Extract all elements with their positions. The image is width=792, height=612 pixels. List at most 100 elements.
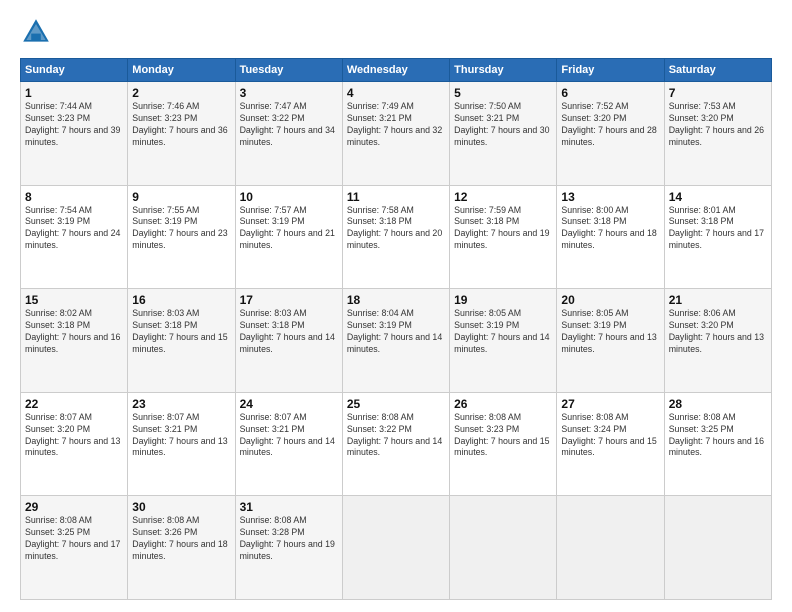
calendar-cell bbox=[450, 496, 557, 600]
logo bbox=[20, 16, 56, 48]
calendar-cell: 22Sunrise: 8:07 AMSunset: 3:20 PMDayligh… bbox=[21, 392, 128, 496]
calendar-cell: 27Sunrise: 8:08 AMSunset: 3:24 PMDayligh… bbox=[557, 392, 664, 496]
calendar-cell bbox=[664, 496, 771, 600]
day-number: 19 bbox=[454, 293, 552, 307]
calendar-cell: 29Sunrise: 8:08 AMSunset: 3:25 PMDayligh… bbox=[21, 496, 128, 600]
week-row-3: 15Sunrise: 8:02 AMSunset: 3:18 PMDayligh… bbox=[21, 289, 772, 393]
calendar-cell: 8Sunrise: 7:54 AMSunset: 3:19 PMDaylight… bbox=[21, 185, 128, 289]
calendar-cell: 9Sunrise: 7:55 AMSunset: 3:19 PMDaylight… bbox=[128, 185, 235, 289]
day-info: Sunrise: 8:08 AMSunset: 3:22 PMDaylight:… bbox=[347, 412, 445, 460]
day-info: Sunrise: 7:57 AMSunset: 3:19 PMDaylight:… bbox=[240, 205, 338, 253]
calendar-cell: 2Sunrise: 7:46 AMSunset: 3:23 PMDaylight… bbox=[128, 82, 235, 186]
week-row-1: 1Sunrise: 7:44 AMSunset: 3:23 PMDaylight… bbox=[21, 82, 772, 186]
day-info: Sunrise: 8:08 AMSunset: 3:25 PMDaylight:… bbox=[669, 412, 767, 460]
day-number: 1 bbox=[25, 86, 123, 100]
calendar-cell: 21Sunrise: 8:06 AMSunset: 3:20 PMDayligh… bbox=[664, 289, 771, 393]
day-info: Sunrise: 8:08 AMSunset: 3:24 PMDaylight:… bbox=[561, 412, 659, 460]
day-info: Sunrise: 8:07 AMSunset: 3:21 PMDaylight:… bbox=[240, 412, 338, 460]
week-row-4: 22Sunrise: 8:07 AMSunset: 3:20 PMDayligh… bbox=[21, 392, 772, 496]
day-info: Sunrise: 8:08 AMSunset: 3:26 PMDaylight:… bbox=[132, 515, 230, 563]
day-number: 3 bbox=[240, 86, 338, 100]
day-number: 25 bbox=[347, 397, 445, 411]
day-info: Sunrise: 7:47 AMSunset: 3:22 PMDaylight:… bbox=[240, 101, 338, 149]
calendar-cell: 4Sunrise: 7:49 AMSunset: 3:21 PMDaylight… bbox=[342, 82, 449, 186]
day-info: Sunrise: 7:50 AMSunset: 3:21 PMDaylight:… bbox=[454, 101, 552, 149]
day-info: Sunrise: 7:46 AMSunset: 3:23 PMDaylight:… bbox=[132, 101, 230, 149]
day-number: 27 bbox=[561, 397, 659, 411]
calendar-cell: 23Sunrise: 8:07 AMSunset: 3:21 PMDayligh… bbox=[128, 392, 235, 496]
calendar-cell: 6Sunrise: 7:52 AMSunset: 3:20 PMDaylight… bbox=[557, 82, 664, 186]
day-number: 28 bbox=[669, 397, 767, 411]
day-number: 13 bbox=[561, 190, 659, 204]
day-number: 9 bbox=[132, 190, 230, 204]
day-number: 29 bbox=[25, 500, 123, 514]
calendar-cell: 18Sunrise: 8:04 AMSunset: 3:19 PMDayligh… bbox=[342, 289, 449, 393]
day-number: 30 bbox=[132, 500, 230, 514]
calendar-cell: 1Sunrise: 7:44 AMSunset: 3:23 PMDaylight… bbox=[21, 82, 128, 186]
calendar-cell: 30Sunrise: 8:08 AMSunset: 3:26 PMDayligh… bbox=[128, 496, 235, 600]
day-info: Sunrise: 7:44 AMSunset: 3:23 PMDaylight:… bbox=[25, 101, 123, 149]
day-number: 18 bbox=[347, 293, 445, 307]
day-number: 23 bbox=[132, 397, 230, 411]
day-number: 17 bbox=[240, 293, 338, 307]
day-info: Sunrise: 8:08 AMSunset: 3:23 PMDaylight:… bbox=[454, 412, 552, 460]
day-info: Sunrise: 8:05 AMSunset: 3:19 PMDaylight:… bbox=[454, 308, 552, 356]
calendar-cell bbox=[557, 496, 664, 600]
calendar-cell: 17Sunrise: 8:03 AMSunset: 3:18 PMDayligh… bbox=[235, 289, 342, 393]
day-info: Sunrise: 7:49 AMSunset: 3:21 PMDaylight:… bbox=[347, 101, 445, 149]
day-info: Sunrise: 7:52 AMSunset: 3:20 PMDaylight:… bbox=[561, 101, 659, 149]
calendar-cell: 16Sunrise: 8:03 AMSunset: 3:18 PMDayligh… bbox=[128, 289, 235, 393]
day-info: Sunrise: 8:06 AMSunset: 3:20 PMDaylight:… bbox=[669, 308, 767, 356]
day-number: 21 bbox=[669, 293, 767, 307]
weekday-header-sunday: Sunday bbox=[21, 59, 128, 82]
day-info: Sunrise: 7:58 AMSunset: 3:18 PMDaylight:… bbox=[347, 205, 445, 253]
day-number: 26 bbox=[454, 397, 552, 411]
day-number: 5 bbox=[454, 86, 552, 100]
calendar-cell: 25Sunrise: 8:08 AMSunset: 3:22 PMDayligh… bbox=[342, 392, 449, 496]
weekday-header-monday: Monday bbox=[128, 59, 235, 82]
day-info: Sunrise: 8:08 AMSunset: 3:28 PMDaylight:… bbox=[240, 515, 338, 563]
day-info: Sunrise: 8:02 AMSunset: 3:18 PMDaylight:… bbox=[25, 308, 123, 356]
header bbox=[20, 16, 772, 48]
day-info: Sunrise: 8:03 AMSunset: 3:18 PMDaylight:… bbox=[240, 308, 338, 356]
calendar-cell: 12Sunrise: 7:59 AMSunset: 3:18 PMDayligh… bbox=[450, 185, 557, 289]
calendar-cell: 28Sunrise: 8:08 AMSunset: 3:25 PMDayligh… bbox=[664, 392, 771, 496]
week-row-5: 29Sunrise: 8:08 AMSunset: 3:25 PMDayligh… bbox=[21, 496, 772, 600]
calendar-cell: 5Sunrise: 7:50 AMSunset: 3:21 PMDaylight… bbox=[450, 82, 557, 186]
week-row-2: 8Sunrise: 7:54 AMSunset: 3:19 PMDaylight… bbox=[21, 185, 772, 289]
calendar-cell bbox=[342, 496, 449, 600]
calendar-cell: 31Sunrise: 8:08 AMSunset: 3:28 PMDayligh… bbox=[235, 496, 342, 600]
weekday-header-friday: Friday bbox=[557, 59, 664, 82]
weekday-header-row: SundayMondayTuesdayWednesdayThursdayFrid… bbox=[21, 59, 772, 82]
logo-icon bbox=[20, 16, 52, 48]
calendar-table: SundayMondayTuesdayWednesdayThursdayFrid… bbox=[20, 58, 772, 600]
day-number: 4 bbox=[347, 86, 445, 100]
calendar-cell: 10Sunrise: 7:57 AMSunset: 3:19 PMDayligh… bbox=[235, 185, 342, 289]
day-info: Sunrise: 8:07 AMSunset: 3:20 PMDaylight:… bbox=[25, 412, 123, 460]
day-info: Sunrise: 8:03 AMSunset: 3:18 PMDaylight:… bbox=[132, 308, 230, 356]
day-number: 16 bbox=[132, 293, 230, 307]
calendar-cell: 15Sunrise: 8:02 AMSunset: 3:18 PMDayligh… bbox=[21, 289, 128, 393]
day-number: 11 bbox=[347, 190, 445, 204]
day-number: 12 bbox=[454, 190, 552, 204]
day-info: Sunrise: 8:07 AMSunset: 3:21 PMDaylight:… bbox=[132, 412, 230, 460]
day-number: 24 bbox=[240, 397, 338, 411]
weekday-header-saturday: Saturday bbox=[664, 59, 771, 82]
day-number: 6 bbox=[561, 86, 659, 100]
day-info: Sunrise: 8:04 AMSunset: 3:19 PMDaylight:… bbox=[347, 308, 445, 356]
day-info: Sunrise: 8:01 AMSunset: 3:18 PMDaylight:… bbox=[669, 205, 767, 253]
calendar-cell: 26Sunrise: 8:08 AMSunset: 3:23 PMDayligh… bbox=[450, 392, 557, 496]
day-info: Sunrise: 7:53 AMSunset: 3:20 PMDaylight:… bbox=[669, 101, 767, 149]
calendar-cell: 7Sunrise: 7:53 AMSunset: 3:20 PMDaylight… bbox=[664, 82, 771, 186]
day-info: Sunrise: 7:55 AMSunset: 3:19 PMDaylight:… bbox=[132, 205, 230, 253]
day-number: 2 bbox=[132, 86, 230, 100]
day-number: 20 bbox=[561, 293, 659, 307]
calendar-cell: 20Sunrise: 8:05 AMSunset: 3:19 PMDayligh… bbox=[557, 289, 664, 393]
weekday-header-wednesday: Wednesday bbox=[342, 59, 449, 82]
calendar-cell: 19Sunrise: 8:05 AMSunset: 3:19 PMDayligh… bbox=[450, 289, 557, 393]
calendar-cell: 3Sunrise: 7:47 AMSunset: 3:22 PMDaylight… bbox=[235, 82, 342, 186]
weekday-header-thursday: Thursday bbox=[450, 59, 557, 82]
calendar-cell: 24Sunrise: 8:07 AMSunset: 3:21 PMDayligh… bbox=[235, 392, 342, 496]
day-number: 8 bbox=[25, 190, 123, 204]
calendar-cell: 13Sunrise: 8:00 AMSunset: 3:18 PMDayligh… bbox=[557, 185, 664, 289]
